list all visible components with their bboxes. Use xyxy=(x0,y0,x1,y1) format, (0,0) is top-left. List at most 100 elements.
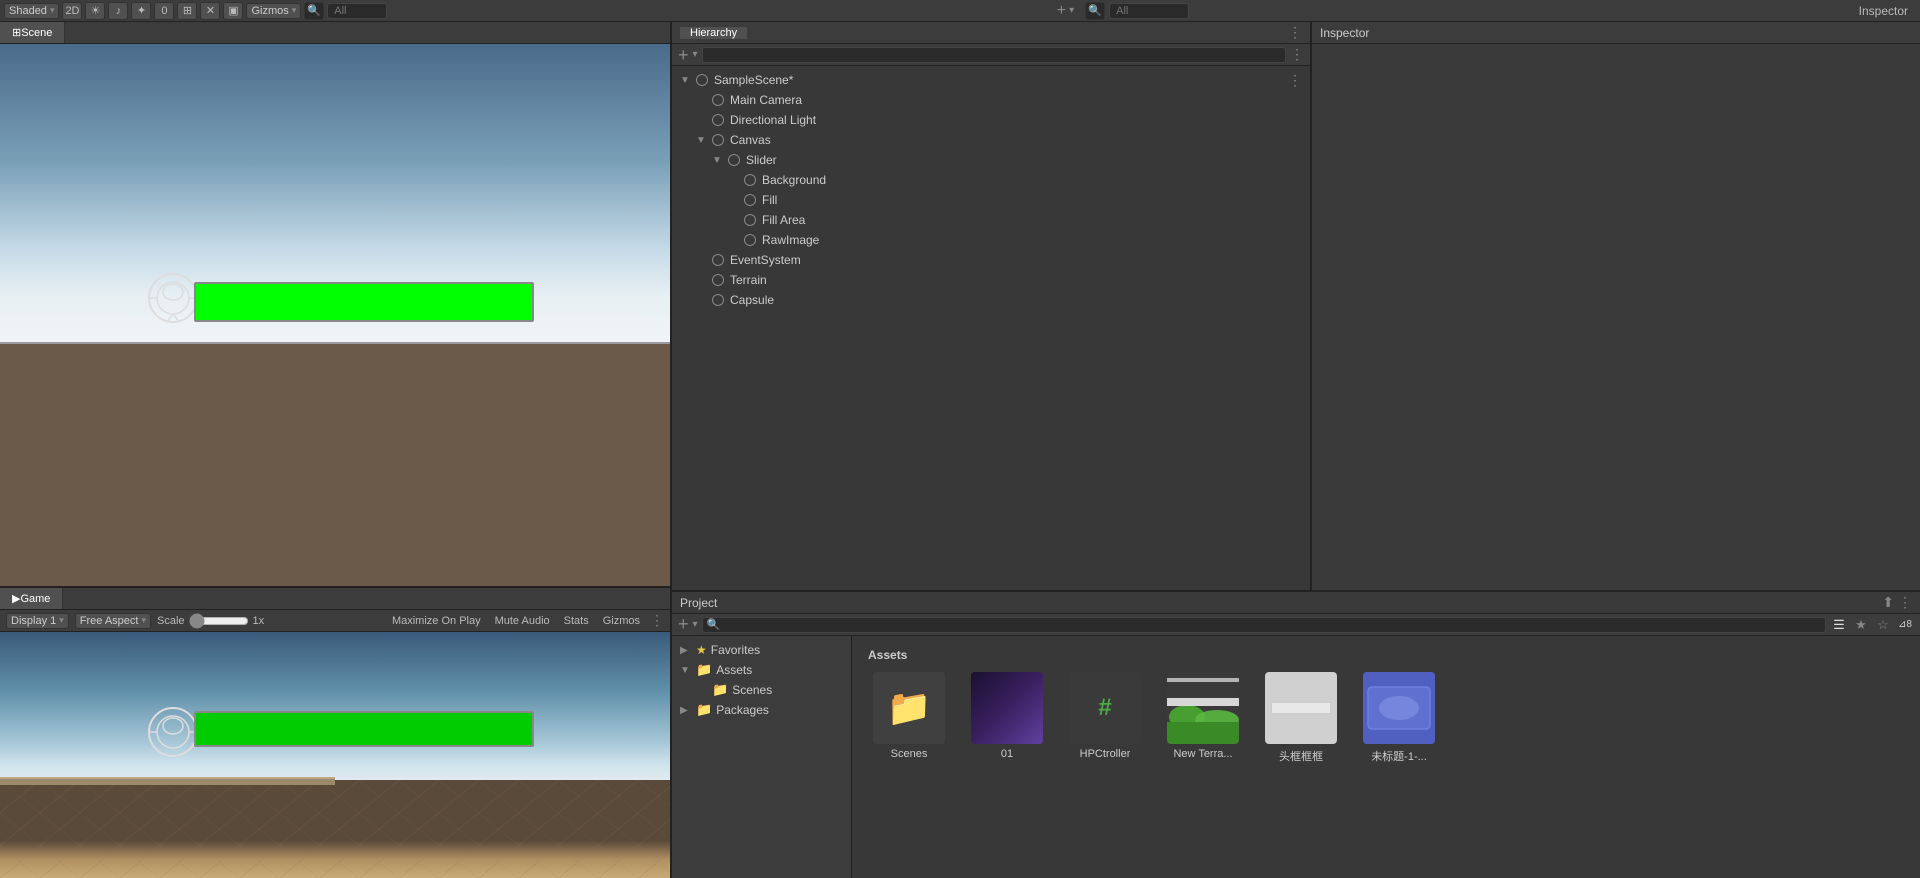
asset-item-scenes[interactable]: 📁 Scenes xyxy=(864,672,954,764)
game-viewport[interactable] xyxy=(0,632,670,878)
samplescene-more-icon[interactable]: ⋮ xyxy=(1288,72,1302,89)
hierarchy-options-icon[interactable]: ⋮ xyxy=(1290,46,1304,63)
capsule-label: Capsule xyxy=(730,293,1302,307)
top-panels-row: Hierarchy ⋮ + ▾ ⋮ xyxy=(672,22,1920,590)
game-tab[interactable]: ▶ Game xyxy=(0,588,63,609)
hierarchy-item-rawimage[interactable]: RawImage xyxy=(672,230,1310,250)
asset-thumb-untitled xyxy=(1363,672,1435,744)
asset-thumb-head-frame xyxy=(1265,672,1337,744)
scene-x-button[interactable]: ✕ xyxy=(200,2,220,20)
hierarchy-item-samplescene[interactable]: ▼ SampleScene* ⋮ xyxy=(672,70,1310,90)
hierarchy-dropdown-icon[interactable]: ▾ xyxy=(693,49,698,60)
scene-effects-button[interactable]: ✦ xyxy=(131,2,151,20)
scene-grid-button[interactable]: ⊞ xyxy=(177,2,197,20)
terrain-lines-svg xyxy=(0,780,670,878)
hierarchy-add-icon[interactable]: + xyxy=(1057,2,1066,20)
asset-item-head-frame[interactable]: 头框框框 xyxy=(1256,672,1346,764)
assets-folder-icon: 📁 xyxy=(696,662,712,678)
scene-tab[interactable]: ⊞ Scene xyxy=(0,22,65,43)
project-save-icon[interactable]: ⬆ xyxy=(1882,594,1894,611)
asset-item-untitled[interactable]: 未标题-1-... xyxy=(1354,672,1444,764)
mute-audio-button[interactable]: Mute Audio xyxy=(491,614,554,628)
hierarchy-item-directionallight[interactable]: Directional Light xyxy=(672,110,1310,130)
hierarchy-more-btn[interactable]: ⋮ xyxy=(1288,24,1302,41)
hierarchy-tab[interactable]: Hierarchy xyxy=(680,27,747,39)
game-more-icon[interactable]: ⋮ xyxy=(650,612,664,629)
scene-audio-button[interactable]: ♪ xyxy=(108,2,128,20)
hierarchy-item-fill[interactable]: Fill xyxy=(672,190,1310,210)
maximize-button[interactable]: Maximize On Play xyxy=(388,614,485,628)
sidebar-item-scenes[interactable]: 📁 Scenes xyxy=(672,680,851,700)
scene-viewport[interactable] xyxy=(0,44,670,586)
hierarchy-add-btn[interactable]: + xyxy=(678,46,689,64)
eventsystem-icon xyxy=(710,252,726,268)
inspector-body xyxy=(1312,44,1920,590)
hierarchy-item-maincamera[interactable]: Main Camera xyxy=(672,90,1310,110)
hierarchy-title: Hierarchy xyxy=(690,27,737,39)
content-area: ⊞ Scene xyxy=(0,22,1920,878)
sidebar-item-favorites[interactable]: ▶ ★ Favorites xyxy=(672,640,851,660)
hierarchy-item-canvas[interactable]: ▼ Canvas xyxy=(672,130,1310,150)
asset-item-terrain[interactable]: New Terra... xyxy=(1158,672,1248,764)
aspect-dropdown[interactable]: Free Aspect ▾ xyxy=(75,613,151,629)
project-add-arrow-icon[interactable]: ▾ xyxy=(693,619,698,630)
project-title: Project xyxy=(680,596,717,610)
scene-slider-fill xyxy=(196,284,532,320)
project-filter-icon[interactable]: ⊿8 xyxy=(1896,616,1914,634)
project-list-view-icon[interactable]: ☰ xyxy=(1830,616,1848,634)
scene-slider-container[interactable] xyxy=(194,282,534,322)
favorites-arrow-icon: ▶ xyxy=(680,645,692,656)
project-star2-icon[interactable]: ☆ xyxy=(1874,616,1892,634)
samplescene-label: SampleScene* xyxy=(714,73,1288,87)
canvas-label: Canvas xyxy=(730,133,1302,147)
hierarchy-header-bar: Hierarchy ⋮ xyxy=(672,22,1310,44)
scene-search-input[interactable] xyxy=(327,3,387,19)
hierarchy-inspector-column: Hierarchy ⋮ + ▾ ⋮ xyxy=(672,22,1920,878)
project-add-btn[interactable]: + xyxy=(678,614,689,635)
scale-slider[interactable] xyxy=(189,613,249,629)
sidebar-item-assets[interactable]: ▼ 📁 Assets xyxy=(672,660,851,680)
project-options-icon[interactable]: ⋮ xyxy=(1898,594,1912,611)
grid-icon: ⊞ xyxy=(183,4,192,17)
slider-arrow-icon: ▼ xyxy=(712,155,726,166)
scene-render-button[interactable]: ▣ xyxy=(223,2,243,20)
stats-button[interactable]: Stats xyxy=(560,614,593,628)
scene-0-button[interactable]: 0 xyxy=(154,2,174,20)
hierarchy-item-background[interactable]: Background xyxy=(672,170,1310,190)
hierarchy-search-icon: 🔍 xyxy=(1085,2,1105,20)
asset-item-hpctroller[interactable]: # HPCtroller xyxy=(1060,672,1150,764)
untitled-asset-svg xyxy=(1363,672,1435,744)
project-star-icon[interactable]: ★ xyxy=(1852,616,1870,634)
game-slider-container[interactable] xyxy=(194,711,534,747)
hierarchy-search-input[interactable] xyxy=(1109,3,1189,19)
background-label: Background xyxy=(762,173,1302,187)
terrain-icon xyxy=(710,272,726,288)
asset-name-hpctroller: HPCtroller xyxy=(1080,748,1131,760)
game-gizmos-button[interactable]: Gizmos xyxy=(599,614,644,628)
project-toolbar-right: ⬆ ⋮ xyxy=(1882,594,1912,611)
display-dropdown[interactable]: Display 1 ▾ xyxy=(6,613,69,629)
hierarchy-add-dropdown-icon[interactable]: ▾ xyxy=(1069,5,1074,16)
asset-item-01[interactable]: 01 xyxy=(962,672,1052,764)
white-bar-thumb xyxy=(1271,702,1331,714)
scene-area: ⊞ Scene xyxy=(0,22,670,588)
hierarchy-item-slider[interactable]: ▼ Slider xyxy=(672,150,1310,170)
zero-label: 0 xyxy=(161,5,167,17)
hierarchy-item-eventsystem[interactable]: EventSystem xyxy=(672,250,1310,270)
display-arrow-icon: ▾ xyxy=(59,615,64,626)
hierarchy-item-capsule[interactable]: Capsule xyxy=(672,290,1310,310)
scene-light-button[interactable]: ☀ xyxy=(85,2,105,20)
sidebar-item-packages[interactable]: ▶ 📁 Packages xyxy=(672,700,851,720)
gizmos-dropdown[interactable]: Gizmos ▾ xyxy=(246,3,301,19)
project-panel: Project ⬆ ⋮ + ▾ 🔍 xyxy=(672,592,1920,878)
game-astronaut xyxy=(147,706,199,758)
hierarchy-filter-input[interactable] xyxy=(702,47,1286,63)
hierarchy-item-fillarea[interactable]: Fill Area xyxy=(672,210,1310,230)
2d-button[interactable]: 2D xyxy=(62,2,82,20)
shaded-dropdown[interactable]: Shaded ▾ xyxy=(4,3,59,19)
project-search-input[interactable] xyxy=(720,618,1821,632)
maincamera-label: Main Camera xyxy=(730,93,1302,107)
scale-value-label: 1x xyxy=(253,615,265,627)
shaded-label: Shaded xyxy=(9,5,47,17)
hierarchy-item-terrain[interactable]: Terrain xyxy=(672,270,1310,290)
